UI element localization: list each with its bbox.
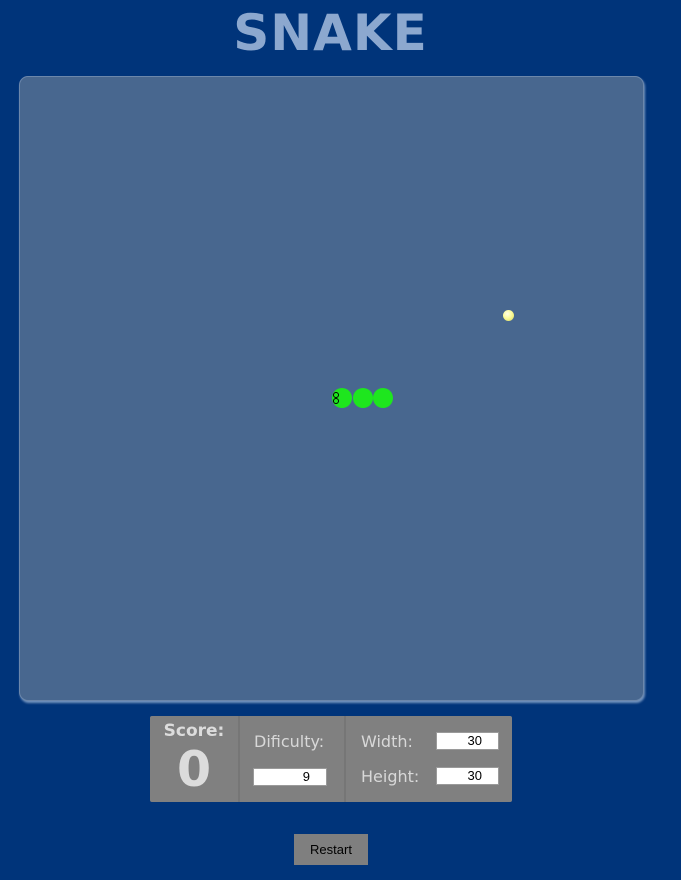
snake-body-segment <box>373 388 393 408</box>
game-title: SNAKE <box>233 4 428 62</box>
food-pellet <box>503 310 514 321</box>
score-section: Score: 0 <box>150 716 240 802</box>
snake-body-segment <box>353 388 373 408</box>
difficulty-input[interactable]: 9 <box>253 768 327 786</box>
stats-panel: Score: 0 Dificulty: 9 Width: 30 Height: … <box>150 716 512 802</box>
difficulty-label: Dificulty: <box>254 732 325 751</box>
score-value: 0 <box>176 741 212 798</box>
height-label: Height: <box>361 767 420 786</box>
board-size-section: Width: 30 Height: 30 <box>346 716 512 802</box>
snake-head <box>332 388 352 408</box>
score-label: Score: <box>163 721 225 741</box>
height-input[interactable]: 30 <box>436 767 499 785</box>
game-board[interactable] <box>19 76 644 701</box>
restart-button[interactable]: Restart <box>294 834 368 865</box>
width-label: Width: <box>361 732 413 751</box>
width-input[interactable]: 30 <box>436 732 499 750</box>
difficulty-section: Dificulty: 9 <box>240 716 346 802</box>
snake-eye <box>333 398 339 404</box>
